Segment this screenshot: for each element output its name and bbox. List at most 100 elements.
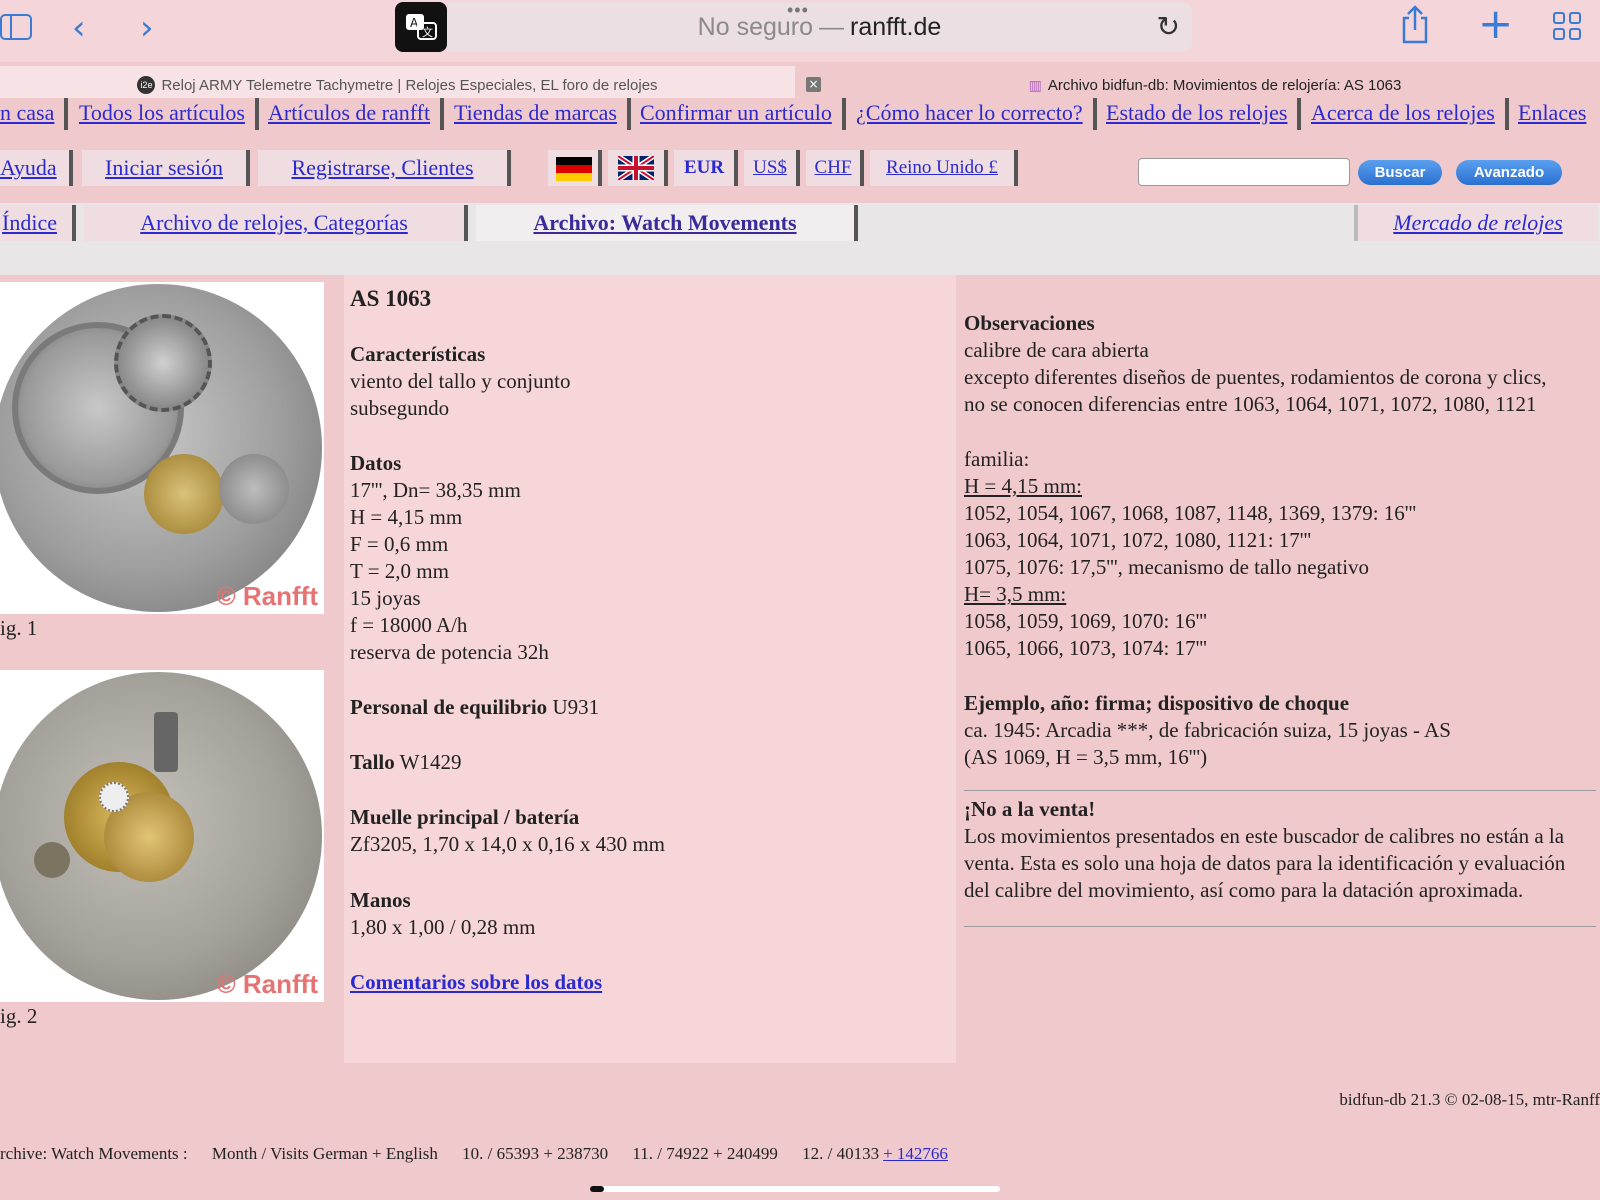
not-for-sale-heading: ¡No a la venta! (964, 797, 1096, 821)
currency-eur[interactable]: EUR (674, 150, 738, 186)
address-bar[interactable]: ••• No seguro — ranfft.de ↻ (447, 0, 1192, 52)
home-indicator[interactable] (590, 1186, 1000, 1192)
remark-line: excepto diferentes diseños de puentes, r… (964, 365, 1547, 389)
family-line: 1065, 1066, 1073, 1074: 17''' (964, 636, 1207, 660)
section-nav: Índice Archivo de relojes, Categorías Ar… (0, 203, 1600, 243)
currency-gbp[interactable]: Reino Unido £ (870, 150, 1018, 186)
remark-line: calibre de cara abierta (964, 338, 1149, 362)
family-line: 1075, 1076: 17,5''', mecanismo de tallo … (964, 555, 1370, 579)
advanced-search-button[interactable]: Avanzado (1456, 160, 1562, 185)
address-separator: — (819, 12, 845, 41)
not-for-sale-line: del calibre del movimiento, así como par… (964, 878, 1524, 902)
de-flag-icon[interactable] (548, 150, 602, 186)
nav-watch-status[interactable]: Estado de los relojes (1106, 98, 1302, 130)
divider (964, 926, 1596, 927)
features-heading: Características (350, 342, 486, 366)
data-size: 17''', Dn= 38,35 mm (350, 478, 521, 502)
movement-dial-side (0, 672, 322, 1000)
data-frequency: f = 18000 A/h (350, 613, 468, 637)
hands-heading: Manos (350, 888, 411, 912)
footer-stats: rchive: Watch Movements : Month / Visits… (0, 1144, 968, 1164)
tab-grabber-icon[interactable]: ••• (787, 0, 809, 21)
bidfun-favicon-icon: ▥ (1028, 76, 1042, 93)
balance-label: Personal de equilibrio (350, 695, 548, 719)
balance-value: U931 (552, 695, 600, 719)
currency-chf[interactable]: CHF (806, 150, 864, 186)
stats-month-12-link[interactable]: + 142766 (883, 1144, 948, 1163)
translate-icon[interactable]: A文 (395, 2, 447, 52)
stats-month-11: 11. / 74922 + 240499 (632, 1144, 778, 1163)
search-button[interactable]: Buscar (1358, 160, 1442, 185)
copyright-watermark: © Ranfft (216, 581, 318, 611)
data-heading: Datos (350, 451, 402, 475)
nav-watch-archive[interactable]: Archivo de relojes, Categorías (84, 205, 468, 241)
sidebar-icon[interactable] (0, 14, 32, 40)
movement-title: AS 1063 (350, 286, 432, 311)
remark-line: no se conocen diferencias entre 1063, 10… (964, 392, 1537, 416)
not-for-sale-line: Los movimientos presentados en este busc… (964, 824, 1565, 848)
address-host: ranfft.de (850, 12, 942, 41)
family-label: familia: (964, 447, 1030, 471)
nav-home[interactable]: n casa (0, 98, 69, 130)
family-h1-label: H = 4,15 mm: (964, 474, 1083, 498)
reload-icon[interactable]: ↻ (1157, 10, 1180, 43)
new-tab-icon[interactable]: + (1478, 0, 1513, 48)
mainspring-value: Zf3205, 1,70 x 14,0 x 0,16 x 430 mm (350, 832, 665, 856)
figure-caption: ig. 2 (0, 1004, 38, 1028)
data-jewels: 15 joyas (350, 586, 421, 610)
svg-text:文: 文 (422, 25, 433, 39)
main-nav: n casa Todos los artículos Artículos de … (0, 98, 1600, 132)
nav-about-watches[interactable]: Acerca de los relojes (1311, 98, 1509, 130)
example-heading: Ejemplo, año: firma; dispositivo de choq… (964, 691, 1350, 715)
nav-help[interactable]: Ayuda (0, 150, 73, 186)
share-icon[interactable] (1400, 4, 1430, 52)
figure-caption: ig. 1 (0, 616, 38, 640)
back-icon[interactable]: ‹ (72, 8, 86, 48)
nav-watch-market[interactable]: Mercado de relojes (1354, 205, 1598, 241)
stats-month-10: 10. / 65393 + 238730 (462, 1144, 609, 1163)
forward-icon[interactable]: › (140, 8, 154, 48)
nav-ranfft-articles[interactable]: Artículos de ranfft (268, 98, 445, 130)
nav-login[interactable]: Iniciar sesión (82, 150, 250, 186)
nav-how-to[interactable]: ¿Cómo hacer lo correcto? (856, 98, 1097, 130)
stats-header: Month / Visits German + English (211, 1144, 438, 1163)
movement-photo-2: © Ranfft (0, 670, 324, 1002)
nav-all-articles[interactable]: Todos los artículos (79, 98, 259, 130)
nav-index[interactable]: Índice (0, 205, 76, 241)
close-tab-icon[interactable]: × (806, 77, 821, 92)
forum-favicon-icon: i2e (137, 76, 156, 94)
example-line: (AS 1069, H = 3,5 mm, 16''') (964, 745, 1208, 769)
remarks-panel: Observaciones calibre de cara abierta ex… (956, 275, 1600, 1063)
mainspring-heading: Muelle principal / batería (350, 805, 580, 829)
stem: Tallo W1429 (350, 749, 461, 776)
data-t: T = 2,0 mm (350, 559, 449, 583)
feature-item: viento del tallo y conjunto (350, 369, 571, 393)
stem-value: W1429 (399, 750, 462, 774)
stats-month-12: 12. / 40133 (802, 1144, 880, 1163)
family-h2-label: H= 3,5 mm: (964, 582, 1067, 606)
footer-version: bidfun-db 21.3 © 02-08-15, mtr-Ranff (1339, 1090, 1600, 1109)
uk-flag-icon[interactable] (608, 150, 668, 186)
data-f: F = 0,6 mm (350, 532, 449, 556)
family-line: 1058, 1059, 1069, 1070: 16''' (964, 609, 1207, 633)
search-input[interactable] (1138, 158, 1350, 186)
browser-toolbar: ‹ › A文 ••• No seguro — ranfft.de ↻ + (0, 0, 1600, 62)
tab-watch-movements-active[interactable]: Archivo: Watch Movements (476, 205, 858, 241)
divider (964, 790, 1596, 791)
balance-staff: Personal de equilibrio U931 (350, 694, 599, 721)
nav-brand-shops[interactable]: Tiendas de marcas (454, 98, 631, 130)
movement-data-panel: AS 1063 Características viento del tallo… (344, 275, 956, 1063)
tabs-overview-icon[interactable] (1553, 12, 1581, 40)
stats-label: rchive: Watch Movements : (0, 1144, 188, 1163)
separator-band (0, 243, 1600, 275)
nav-confirm-article[interactable]: Confirmar un artículo (640, 98, 846, 130)
not-for-sale-line: venta. Esta es solo una hoja de datos pa… (964, 851, 1566, 875)
nav-register[interactable]: Registrarse, Clientes (258, 150, 511, 186)
copyright-watermark: © Ranfft (216, 969, 318, 999)
hands-value: 1,80 x 1,00 / 0,28 mm (350, 915, 536, 939)
example-line: ca. 1945: Arcadia ***, de fabricación su… (964, 718, 1451, 742)
nav-links[interactable]: Enlaces (1518, 98, 1596, 130)
stem-label: Tallo (350, 750, 395, 774)
feedback-link[interactable]: Comentarios sobre los datos (350, 969, 602, 996)
currency-usd[interactable]: US$ (744, 150, 800, 186)
